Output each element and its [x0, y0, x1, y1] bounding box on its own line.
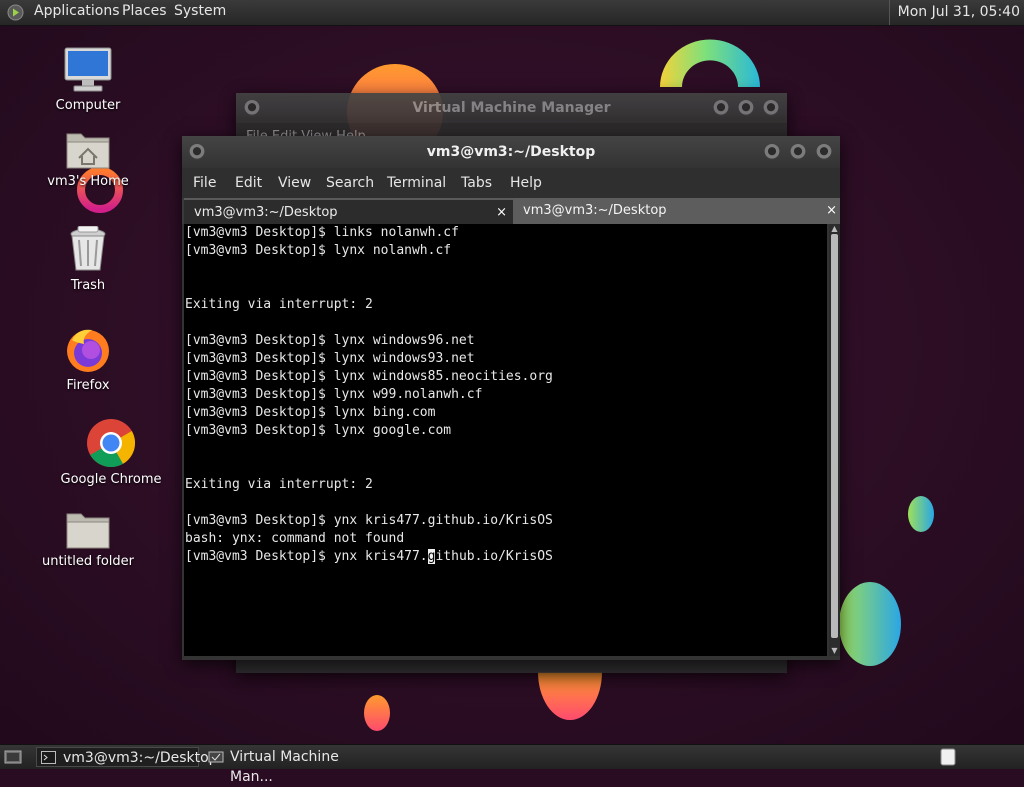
desktop-icon-label: Firefox — [66, 378, 110, 393]
workspace-switcher-icon[interactable] — [940, 748, 956, 766]
maximize-button[interactable] — [738, 100, 754, 116]
terminal-window-title: vm3@vm3:~/Desktop — [426, 144, 596, 160]
firefox-icon — [67, 329, 109, 372]
desktop-icon-chrome[interactable]: Google Chrome — [56, 418, 166, 487]
terminal-titlebar[interactable]: vm3@vm3:~/Desktop — [182, 136, 840, 168]
input-text-after-cursor: ithub.io/KrisOS — [435, 549, 553, 564]
folder-icon — [66, 513, 110, 549]
terminal-input-line[interactable]: [vm3@vm3 Desktop]$ ynx kris477.github.io… — [184, 548, 827, 566]
close-button[interactable] — [763, 100, 779, 116]
tab-label: vm3@vm3:~/Desktop — [194, 205, 338, 220]
top-panel: Applications Places System Mon Jul 31, 0… — [0, 0, 1024, 26]
taskbar-item-label: vm3@vm3:~/Desktop — [63, 750, 218, 766]
computer-icon — [64, 47, 112, 92]
terminal-line: bash: ynx: command not found — [185, 531, 405, 546]
desktop-icon-firefox[interactable]: Firefox — [48, 326, 128, 393]
menu-file[interactable]: File — [193, 175, 216, 191]
applications-menu-icon[interactable] — [7, 4, 24, 21]
scrollbar-thumb[interactable] — [831, 234, 838, 638]
terminal-line: [vm3@vm3 Desktop]$ lynx nolanwh.cf — [185, 243, 452, 258]
menu-help[interactable]: Help — [510, 175, 542, 191]
trash-icon — [70, 226, 106, 271]
input-text-before-cursor: [vm3@vm3 Desktop]$ ynx kris477. — [185, 549, 428, 564]
desktop-icon-untitled-folder[interactable]: untitled folder — [40, 510, 136, 569]
terminal-line: [vm3@vm3 Desktop]$ ynx kris477.github.io… — [185, 513, 553, 528]
terminal-line: [vm3@vm3 Desktop]$ links nolanwh.cf — [185, 225, 459, 240]
maximize-button[interactable] — [790, 144, 806, 160]
places-menu[interactable]: Places — [122, 3, 167, 19]
terminal-line: [vm3@vm3 Desktop]$ lynx windows96.net — [185, 333, 475, 348]
window-menu-button[interactable] — [244, 100, 260, 116]
taskbar-item-label: Virtual Machine Man... — [230, 749, 339, 785]
terminal-output[interactable]: [vm3@vm3 Desktop]$ links nolanwh.cf [vm3… — [184, 224, 827, 656]
terminal-tab-bar: vm3@vm3:~/Desktop × vm3@vm3:~/Desktop × — [182, 198, 840, 224]
terminal-window[interactable]: vm3@vm3:~/Desktop File Edit View Search … — [182, 136, 840, 660]
terminal-line: Exiting via interrupt: 2 — [185, 297, 373, 312]
taskbar-item-terminal[interactable]: vm3@vm3:~/Desktop — [36, 747, 218, 767]
desktop-icon-home[interactable]: vm3's Home — [44, 128, 132, 189]
terminal-scrollbar[interactable]: ▲ ▼ — [829, 224, 840, 656]
chrome-icon — [87, 419, 136, 468]
vmm-window-title: Virtual Machine Manager — [412, 100, 611, 116]
window-menu-button[interactable] — [189, 144, 205, 160]
tab-terminal-2[interactable]: vm3@vm3:~/Desktop × — [513, 198, 840, 224]
menu-edit[interactable]: Edit — [235, 175, 262, 191]
terminal-menubar: File Edit View Search Terminal Tabs Help — [182, 168, 840, 198]
desktop-icon-label: Google Chrome — [60, 472, 162, 487]
tab-terminal-1[interactable]: vm3@vm3:~/Desktop × — [184, 198, 513, 224]
scroll-down-arrow-icon[interactable]: ▼ — [829, 646, 840, 656]
show-desktop-icon[interactable] — [4, 748, 22, 766]
minimize-button[interactable] — [713, 100, 729, 116]
terminal-line: [vm3@vm3 Desktop]$ lynx bing.com — [185, 405, 436, 420]
system-menu[interactable]: System — [174, 3, 226, 19]
desktop-icon-computer[interactable]: Computer — [48, 46, 128, 113]
clock[interactable]: Mon Jul 31, 05:40 — [888, 0, 1024, 25]
terminal-line: [vm3@vm3 Desktop]$ lynx w99.nolanwh.cf — [185, 387, 483, 402]
minimize-button[interactable] — [764, 144, 780, 160]
terminal-line: [vm3@vm3 Desktop]$ lynx google.com — [185, 423, 452, 438]
menu-search[interactable]: Search — [326, 175, 374, 191]
terminal-icon — [41, 751, 56, 764]
tab-close-icon[interactable]: × — [496, 200, 507, 226]
desktop-icon-trash[interactable]: Trash — [48, 226, 128, 293]
tab-close-icon[interactable]: × — [826, 198, 837, 224]
home-folder-icon — [66, 133, 110, 169]
taskbar-item-vmm[interactable]: Virtual Machine Man... — [204, 747, 374, 785]
bottom-panel: vm3@vm3:~/Desktop Virtual Machine Man... — [0, 744, 1024, 785]
terminal-line: [vm3@vm3 Desktop]$ lynx windows93.net — [185, 351, 475, 366]
scroll-up-arrow-icon[interactable]: ▲ — [829, 224, 840, 234]
desktop-icon-label: untitled folder — [41, 554, 134, 569]
desktop-icon-label: vm3's Home — [47, 174, 129, 189]
terminal-line: [vm3@vm3 Desktop]$ lynx windows85.neocit… — [185, 369, 553, 384]
menu-tabs[interactable]: Tabs — [461, 175, 492, 191]
menu-terminal[interactable]: Terminal — [387, 175, 446, 191]
vmm-titlebar[interactable]: Virtual Machine Manager — [236, 93, 787, 123]
tab-label: vm3@vm3:~/Desktop — [523, 203, 667, 218]
close-button[interactable] — [816, 144, 832, 160]
applications-menu[interactable]: Applications — [34, 3, 120, 19]
desktop-icon-label: Trash — [70, 278, 106, 293]
menu-view[interactable]: View — [278, 175, 311, 191]
vmm-icon — [208, 751, 224, 763]
desktop-icon-label: Computer — [55, 98, 121, 113]
terminal-line: Exiting via interrupt: 2 — [185, 477, 373, 492]
